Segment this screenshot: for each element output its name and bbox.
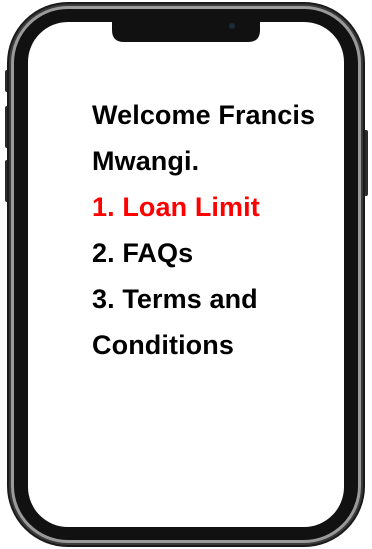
front-camera-icon [229, 23, 235, 29]
greeting-line-2: Mwangi. [92, 146, 200, 176]
menu-item-terms-line-1[interactable]: 3. Terms and [92, 276, 352, 322]
notch [112, 22, 260, 42]
greeting-line-1: Welcome Francis [92, 100, 316, 130]
phone-mockup: Welcome Francis Mwangi. 1. Loan Limit 2.… [0, 0, 372, 549]
menu-item-terms-line-2[interactable]: Conditions [92, 322, 352, 368]
ussd-menu: Welcome Francis Mwangi. 1. Loan Limit 2.… [92, 92, 352, 368]
menu-item-loan-limit[interactable]: 1. Loan Limit [92, 184, 352, 230]
menu-item-faqs[interactable]: 2. FAQs [92, 230, 352, 276]
